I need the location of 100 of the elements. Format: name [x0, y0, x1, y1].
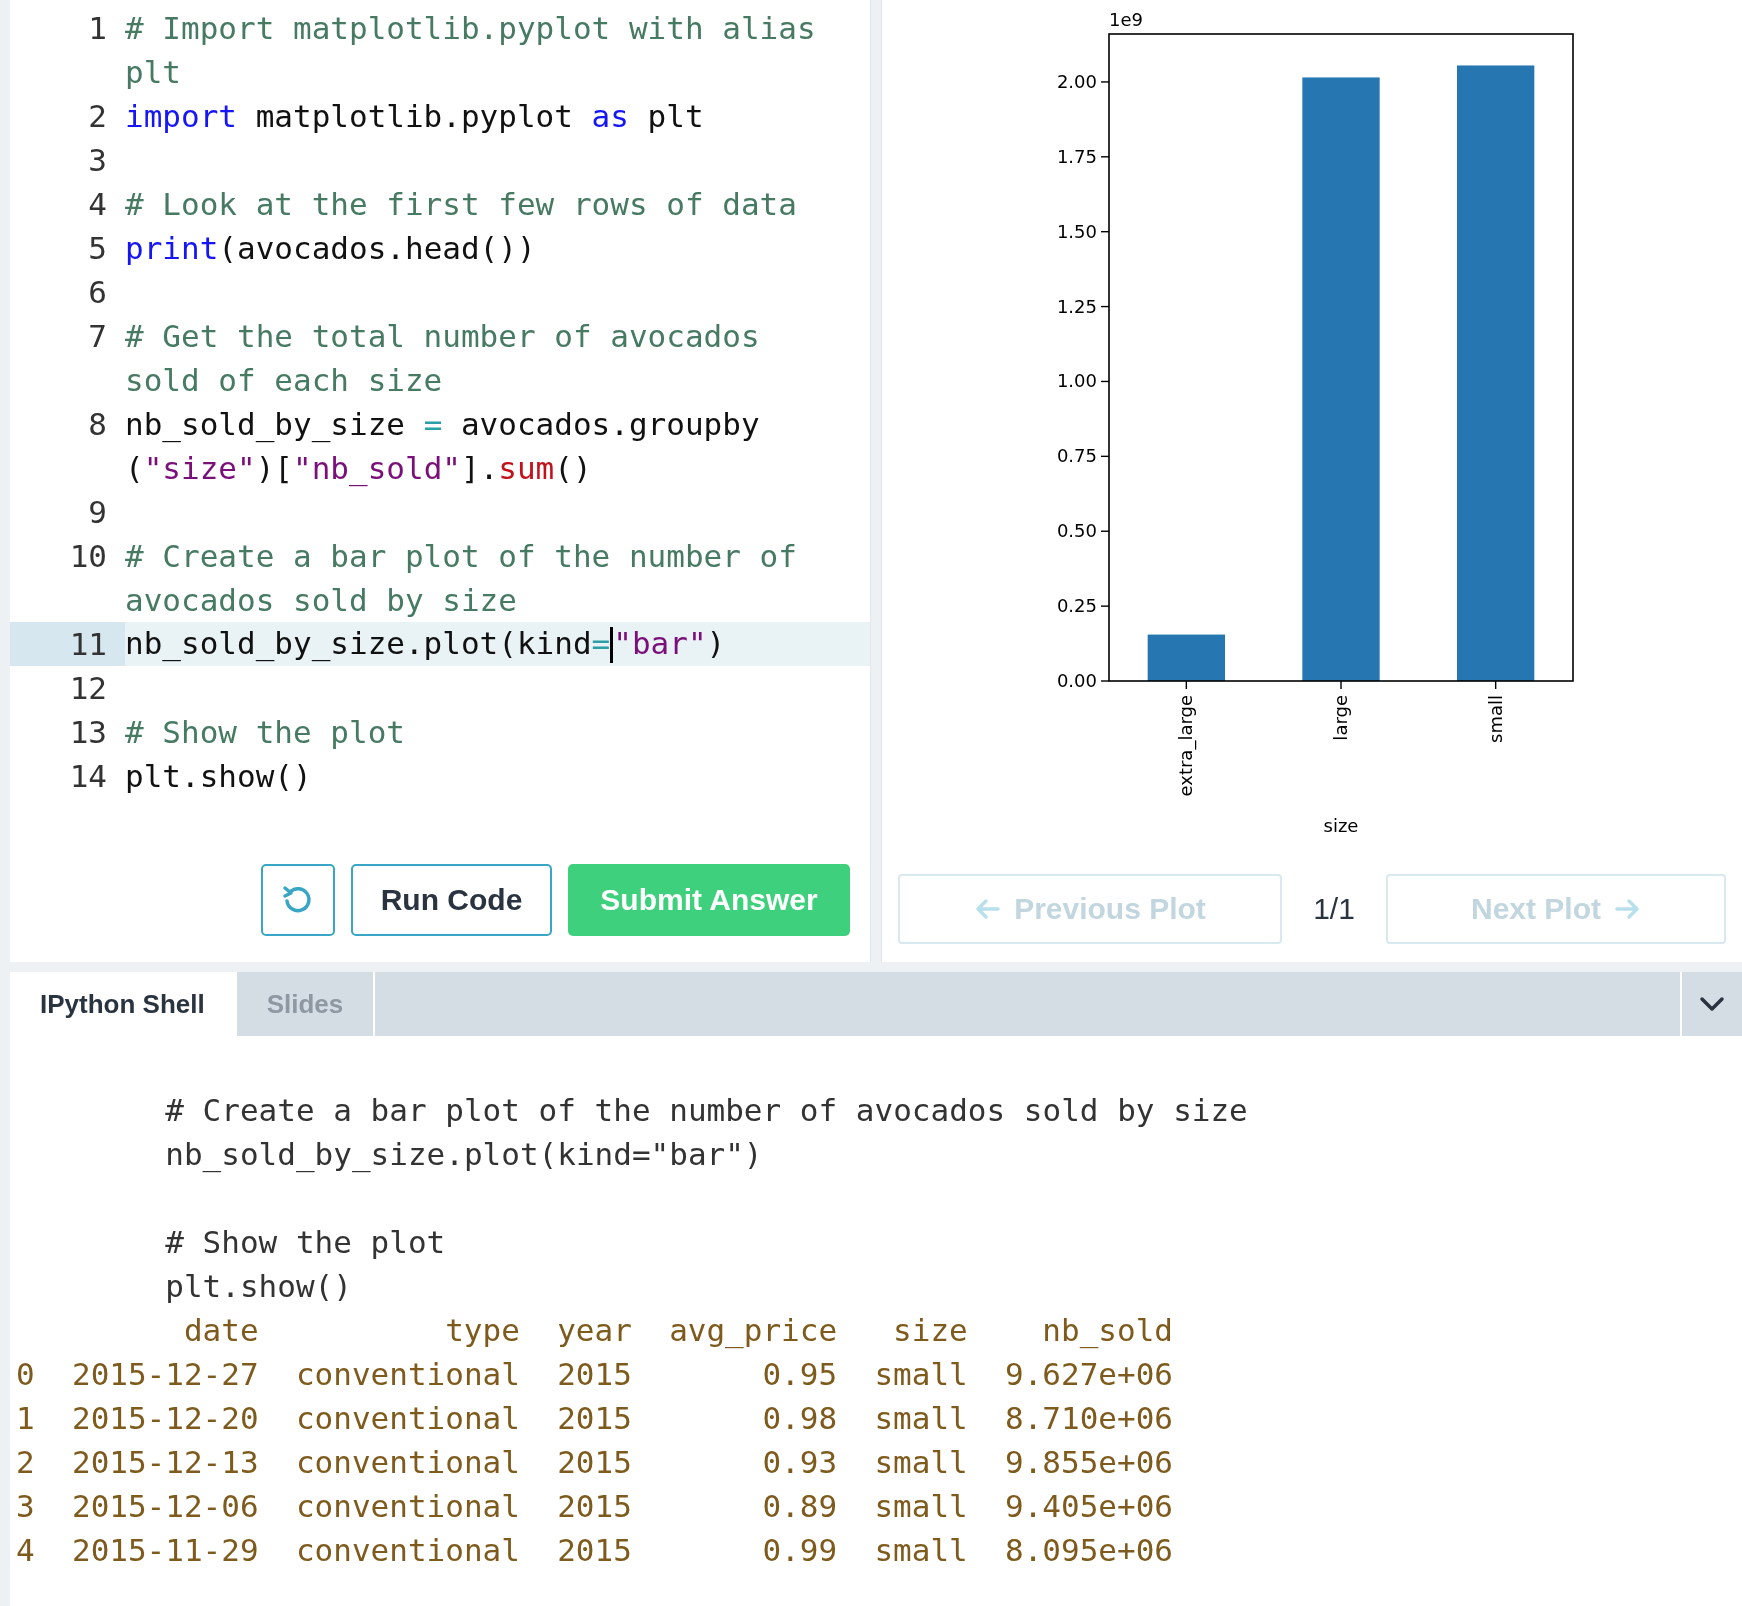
line-number: 1 — [88, 10, 107, 46]
x-tick-label: large — [1330, 695, 1351, 741]
table-cell-text: 2015-12-27 — [71, 1355, 259, 1394]
echo-line: plt.show() — [165, 1267, 353, 1306]
code-line[interactable]: ("size")["nb_sold"].sum() — [125, 450, 592, 486]
row-index: 2 — [16, 1443, 35, 1482]
y-tick-label: 0.50 — [1056, 520, 1097, 542]
tick-mark — [1100, 530, 1110, 532]
code-line[interactable]: # Create a bar plot of the number of — [125, 538, 797, 574]
table-cell-text: 0.99 — [761, 1531, 838, 1570]
table-cell-text: 2015 — [557, 1487, 632, 1526]
tick-mark — [1100, 605, 1110, 607]
table-cell-text: 2015 — [557, 1443, 632, 1482]
table-cell-text: 2015-11-29 — [71, 1531, 259, 1570]
line-number: 13 — [69, 714, 107, 750]
tick-mark — [1100, 455, 1110, 458]
table-cell-text: 2015 — [557, 1531, 632, 1570]
code-line[interactable]: plt — [125, 54, 181, 90]
table-cell-text: 0.89 — [761, 1487, 838, 1526]
line-number: 10 — [69, 538, 107, 574]
table-cell-text: conventional — [295, 1355, 520, 1394]
line-number: 5 — [88, 230, 107, 266]
echo-line: nb_sold_by_size.plot(kind="bar") — [165, 1135, 764, 1175]
table-cell-text: small — [874, 1531, 968, 1570]
run-code-button[interactable]: Run Code — [351, 864, 552, 936]
row-index: 4 — [16, 1531, 35, 1570]
plot-counter: 1/1 — [1312, 892, 1356, 926]
column-header: year — [557, 1311, 632, 1350]
code-line[interactable]: import matplotlib.pyplot as plt — [125, 98, 704, 134]
line-number: 6 — [88, 274, 107, 310]
table-cell-text: conventional — [295, 1487, 520, 1526]
table-cell-text: 2015-12-13 — [71, 1443, 259, 1482]
line-number: 3 — [88, 142, 107, 178]
code-line[interactable]: # Look at the first few rows of data — [125, 186, 797, 222]
tick-mark — [1100, 680, 1110, 682]
code-line[interactable]: # Show the plot — [125, 714, 405, 750]
column-header: date — [182, 1311, 259, 1350]
tick-mark — [1100, 81, 1110, 83]
line-number: 4 — [88, 186, 107, 222]
column-header: size — [892, 1311, 968, 1350]
column-header: type — [444, 1311, 520, 1350]
y-tick-label: 0.25 — [1056, 595, 1097, 617]
tick-mark — [1100, 305, 1110, 308]
x-tick-label: small — [1484, 695, 1506, 743]
table-cell-text: small — [874, 1399, 968, 1438]
table-cell-text: 2015 — [557, 1399, 632, 1438]
code-line[interactable]: nb_sold_by_size.plot(kind="bar") — [125, 624, 726, 664]
tick-mark — [1100, 231, 1110, 233]
shell-tab[interactable]: IPython Shell — [10, 972, 237, 1036]
y-tick-label: 0.75 — [1056, 445, 1097, 467]
row-index: 1 — [16, 1399, 35, 1438]
line-number: 11 — [69, 626, 107, 662]
line-number: 9 — [88, 494, 107, 530]
line-number: 12 — [69, 670, 107, 706]
row-index: 0 — [16, 1355, 35, 1394]
tick-mark — [1494, 680, 1497, 690]
y-tick-label: 1.75 — [1056, 145, 1097, 167]
tick-mark — [1100, 156, 1110, 158]
tick-mark — [1185, 680, 1188, 690]
table-cell-text: 8.095e+06 — [1005, 1531, 1173, 1570]
code-line[interactable]: # Import matplotlib.pyplot with alias — [125, 10, 816, 46]
table-cell-text: 2015-12-20 — [71, 1399, 259, 1438]
code-line[interactable]: sold of each size — [125, 362, 443, 398]
table-cell-text: 8.710e+06 — [1005, 1399, 1173, 1438]
code-line[interactable]: avocados sold by size — [125, 582, 517, 618]
x-tick-label: extra_large — [1175, 695, 1197, 797]
table-cell-text: 9.855e+06 — [1005, 1443, 1173, 1482]
reset-button[interactable] — [261, 864, 335, 936]
column-header: avg_price — [669, 1311, 838, 1351]
table-cell-text: 2015-12-06 — [71, 1487, 259, 1526]
table-cell-text: conventional — [295, 1531, 520, 1570]
table-cell-text: 9.405e+06 — [1005, 1487, 1173, 1526]
code-line[interactable]: nb_sold_by_size = avocados.groupby — [125, 406, 760, 442]
code-line[interactable]: print(avocados.head()) — [125, 230, 536, 266]
left-arrow-icon — [974, 898, 1001, 920]
echo-line: # Create a bar plot of the number of avocados sold by size — [165, 1091, 1249, 1130]
y-tick-label: 1.50 — [1056, 220, 1097, 242]
tick-mark — [1100, 380, 1110, 383]
axis-offset-label: 1e9 — [1109, 9, 1143, 30]
table-cell-text: conventional — [295, 1399, 520, 1438]
row-index: 3 — [16, 1487, 35, 1526]
table-cell-text: small — [874, 1443, 968, 1482]
x-axis-label: size — [1323, 815, 1359, 836]
tick-mark — [1340, 680, 1342, 690]
table-cell-text: 0.93 — [761, 1443, 838, 1482]
table-cell-text: small — [874, 1487, 968, 1526]
column-header: nb_sold — [1041, 1311, 1173, 1351]
table-cell-text: 9.627e+06 — [1005, 1355, 1173, 1394]
table-cell-text: small — [874, 1355, 968, 1394]
y-tick-label: 0.00 — [1056, 670, 1097, 691]
table-cell-text: 0.95 — [761, 1355, 838, 1394]
code-line[interactable]: # Get the total number of avocados — [125, 318, 760, 354]
code-line[interactable]: plt.show() — [125, 758, 312, 794]
line-number: 8 — [88, 406, 107, 442]
table-cell-text: 0.98 — [761, 1399, 838, 1438]
table-cell-text: conventional — [295, 1443, 520, 1482]
y-tick-label: 1.25 — [1056, 295, 1097, 317]
line-number: 2 — [88, 98, 107, 134]
line-number: 7 — [88, 318, 107, 354]
table-cell-text: 2015 — [557, 1355, 632, 1394]
